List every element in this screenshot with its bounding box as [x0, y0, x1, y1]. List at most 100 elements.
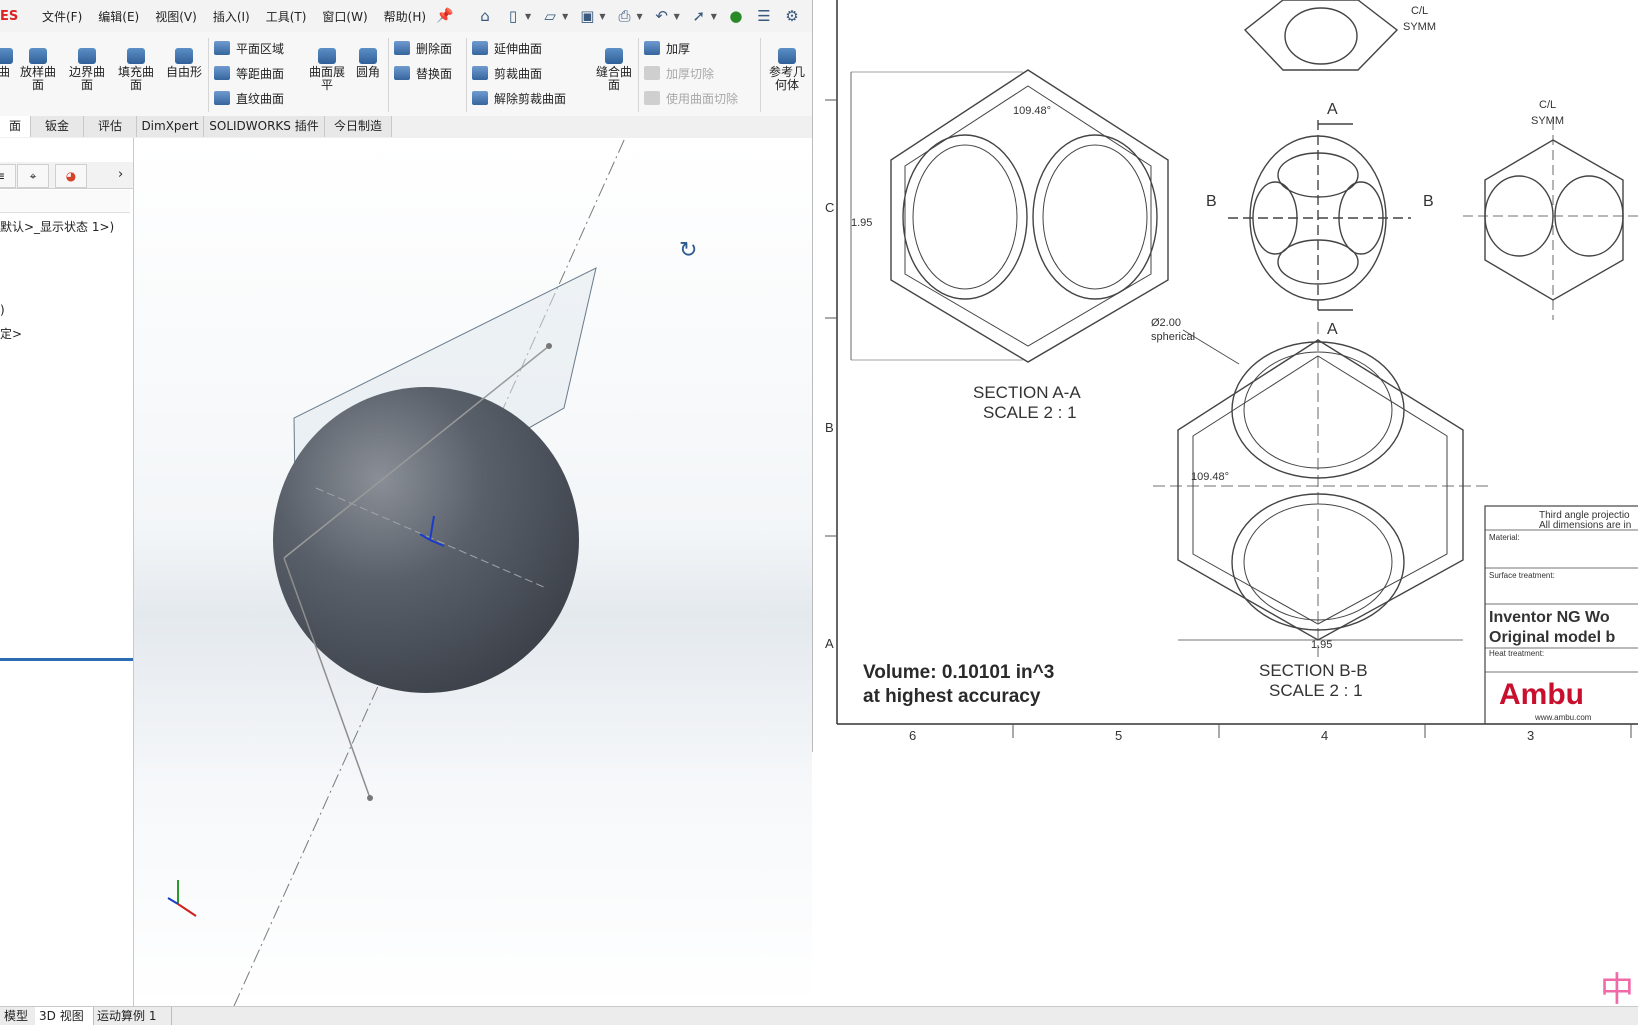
delete-face-button[interactable]: 删除面: [394, 38, 452, 58]
feature-manager-panel: ≡ ⌖ ◕ › 默认>_显示状态 1>) ) 定>: [0, 138, 134, 1006]
sketch-point[interactable]: [367, 795, 373, 801]
rotate-icon[interactable]: ↻: [679, 238, 697, 263]
graphics-area[interactable]: ↻: [134, 138, 812, 1006]
planar-surface-button[interactable]: 平面区域: [214, 38, 284, 58]
pin-icon[interactable]: 📌: [436, 8, 453, 24]
feature-tree-tab[interactable]: ≡: [0, 164, 16, 188]
col-label-5: 5: [1115, 728, 1122, 743]
select-cursor-icon[interactable]: ➚: [688, 5, 710, 27]
menu-window[interactable]: 窗口(W): [320, 8, 369, 25]
boundary-surface-button[interactable]: 边界曲面: [65, 48, 109, 92]
rebuild-icon[interactable]: ●: [725, 5, 747, 27]
tab-dimxpert[interactable]: DimXpert: [137, 116, 204, 137]
tab-3d-view[interactable]: 3D 视图: [35, 1007, 94, 1025]
brand-logo: Ambu: [1499, 678, 1584, 711]
cut-with-surface-button[interactable]: 使用曲面切除: [644, 88, 738, 108]
fill-surface-button[interactable]: 填充曲面: [114, 48, 158, 92]
chevron-down-icon[interactable]: ▼: [599, 12, 605, 21]
cl-symm-label-2: SYMM: [1531, 115, 1564, 127]
thicken-cut-button[interactable]: 加厚切除: [644, 63, 714, 83]
home-icon[interactable]: ⌂: [474, 5, 496, 27]
main-menu: 文件(F) 编辑(E) 视图(V) 插入(I) 工具(T) 窗口(W) 帮助(H…: [40, 8, 428, 25]
tab-evaluate[interactable]: 评估: [84, 116, 137, 137]
sketch-point[interactable]: [546, 343, 552, 349]
planar-surface-label: 平面区域: [236, 41, 285, 56]
tab-model[interactable]: 模型: [0, 1007, 39, 1025]
menu-edit[interactable]: 编辑(E): [96, 8, 141, 25]
open-folder-icon[interactable]: ▱: [539, 5, 561, 27]
chevron-down-icon[interactable]: ▼: [674, 12, 680, 21]
sphere-dimension: Ø2.00: [1151, 317, 1181, 329]
delete-face-label: 删除面: [416, 41, 453, 56]
cut-with-surface-label: 使用曲面切除: [666, 91, 739, 106]
crosshair-icon: ⌖: [29, 168, 37, 183]
undo-icon[interactable]: ↶: [651, 5, 673, 27]
chevron-right-icon[interactable]: ›: [118, 167, 123, 182]
ruled-surface-button[interactable]: 直纹曲面: [214, 88, 284, 108]
chevron-down-icon[interactable]: ▼: [525, 12, 531, 21]
replace-face-label: 替换面: [416, 66, 453, 81]
extend-surface-button[interactable]: 延伸曲面: [472, 38, 542, 58]
loft-surface-label: 放样曲面: [19, 65, 56, 92]
chevron-down-icon[interactable]: ▼: [711, 12, 717, 21]
fillet-button[interactable]: 圆角: [350, 48, 386, 79]
menu-tools[interactable]: 工具(T): [264, 8, 309, 25]
section-marker-view: [1228, 120, 1411, 312]
trim-surface-button[interactable]: 剪裁曲面: [472, 63, 542, 83]
chevron-down-icon[interactable]: ▼: [562, 12, 568, 21]
offset-surface-button[interactable]: 等距曲面: [214, 63, 284, 83]
app-logo: ES: [0, 9, 19, 24]
ribbon-divider: [388, 38, 389, 112]
knit-surface-button[interactable]: 缝合曲面: [592, 48, 636, 92]
cut-with-surface-icon: [644, 91, 660, 105]
tree-item[interactable]: 定>: [0, 325, 22, 342]
row-label-a: A: [825, 636, 834, 651]
freeform-icon: [175, 48, 193, 64]
appearance-icon: ◕: [65, 169, 77, 183]
sphere-note: spherical: [1151, 331, 1195, 343]
file-properties-icon[interactable]: ☰: [753, 5, 775, 27]
sphere-body[interactable]: [273, 387, 579, 693]
config-label: 默认>_显示状态 1>): [0, 220, 115, 234]
print-icon[interactable]: ⎙: [613, 5, 635, 27]
save-icon[interactable]: ▣: [576, 5, 598, 27]
ribbon-divider: [638, 38, 639, 112]
extend-surface-icon: [472, 41, 488, 55]
surface-sweep-label: 曲: [0, 65, 10, 79]
delete-face-icon: [394, 41, 410, 55]
tab-motion-study[interactable]: 运动算例 1: [93, 1007, 172, 1025]
ime-indicator[interactable]: 中: [1600, 962, 1634, 1011]
new-document-icon[interactable]: ▯: [502, 5, 524, 27]
loft-surface-button[interactable]: 放样曲面: [16, 48, 60, 92]
engineering-drawing: C B A 6 5 4 3 109.48° 1.95 SECTION A-A S…: [825, 0, 1638, 743]
replace-face-button[interactable]: 替换面: [394, 63, 452, 83]
menu-file[interactable]: 文件(F): [40, 8, 84, 25]
thicken-icon: [644, 41, 660, 55]
untrim-surface-button[interactable]: 解除剪裁曲面: [472, 88, 566, 108]
menu-insert[interactable]: 插入(I): [211, 8, 252, 25]
thicken-button[interactable]: 加厚: [644, 38, 690, 58]
tree-filter[interactable]: [0, 190, 130, 213]
freeform-button[interactable]: 自由形: [162, 48, 206, 79]
section-marker-b-left: B: [1206, 193, 1217, 210]
menu-view[interactable]: 视图(V): [153, 8, 199, 25]
menu-help[interactable]: 帮助(H): [382, 8, 428, 25]
property-tab[interactable]: ⌖: [17, 164, 49, 188]
tab-surfaces[interactable]: 面: [0, 116, 31, 137]
surface-flatten-button[interactable]: 曲面展平: [305, 48, 349, 92]
reference-geometry-icon: [778, 48, 796, 64]
loft-surface-icon: [29, 48, 47, 64]
tab-manufacturing[interactable]: 今日制造: [325, 116, 392, 137]
tree-item[interactable]: ): [0, 303, 5, 317]
tab-sheet-metal[interactable]: 钣金: [31, 116, 84, 137]
width-dimension: 1.95: [1311, 639, 1332, 651]
reference-geometry-button[interactable]: 参考几何体: [764, 48, 810, 92]
rollback-bar[interactable]: [0, 658, 133, 661]
chevron-down-icon[interactable]: ▼: [636, 12, 642, 21]
cl-symm-label: C/L: [1411, 5, 1428, 17]
cl-symm-label-2: SYMM: [1403, 21, 1436, 33]
tab-solidworks-addins[interactable]: SOLIDWORKS 插件: [204, 116, 325, 137]
options-gear-icon[interactable]: ⚙: [781, 5, 803, 27]
model-view: [167, 138, 626, 1006]
display-manager-tab[interactable]: ◕: [55, 164, 87, 188]
